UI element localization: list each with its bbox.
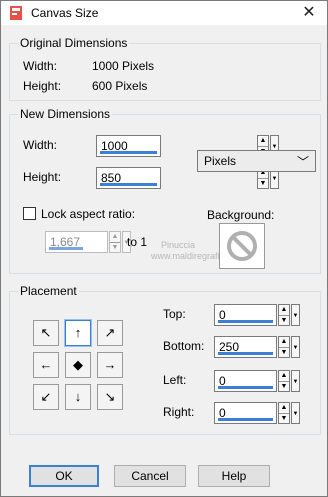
arrow-down-left-icon: ↙	[40, 389, 52, 404]
left-input[interactable]: 0	[214, 370, 277, 392]
arrow-left-icon: ←	[39, 357, 53, 372]
top-input[interactable]: 0	[214, 304, 277, 326]
arrow-down-right-icon: ↘	[104, 389, 116, 404]
spin-up-icon[interactable]: ▲	[279, 371, 289, 381]
spin-down-icon[interactable]: ▼	[110, 242, 120, 252]
new-width-input[interactable]: 1000	[96, 135, 161, 157]
close-icon[interactable]: ✕	[299, 3, 319, 23]
original-height-label: Height:	[23, 79, 62, 93]
app-icon	[10, 6, 22, 20]
original-width-value: 1000 Pixels	[92, 59, 155, 73]
no-color-icon	[227, 231, 257, 261]
original-dimensions-label: Original Dimensions	[18, 36, 130, 50]
chevron-down-icon: ﹀	[296, 155, 309, 169]
right-stepper[interactable]: ▲ ▼	[278, 402, 290, 424]
spin-down-icon[interactable]: ▼	[279, 381, 289, 391]
top-label: Top:	[163, 307, 186, 321]
new-height-label: Height:	[23, 170, 62, 184]
help-button[interactable]: Help	[198, 465, 270, 487]
units-select[interactable]: Pixels ﹀	[197, 150, 316, 172]
arrow-up-left-icon: ↖	[40, 325, 52, 340]
placement-label: Placement	[18, 284, 79, 298]
spin-up-icon[interactable]: ▲	[258, 136, 268, 146]
original-height-value: 600 Pixels	[92, 79, 148, 93]
background-color-swatch[interactable]	[219, 223, 265, 269]
left-label: Left:	[163, 373, 187, 387]
canvas-size-dialog: Canvas Size ✕ Original Dimensions Width:…	[0, 0, 328, 497]
chevron-down-icon[interactable]: ▼	[291, 370, 300, 392]
spin-down-icon[interactable]: ▼	[258, 178, 268, 188]
left-stepper[interactable]: ▲ ▼	[278, 370, 290, 392]
spin-up-icon[interactable]: ▲	[279, 403, 289, 413]
right-label: Right:	[163, 405, 195, 419]
spin-up-icon[interactable]: ▲	[279, 337, 289, 347]
anchor-middle-right-button[interactable]: →	[97, 352, 123, 378]
title-bar: Canvas Size ✕	[1, 1, 327, 25]
bottom-label: Bottom:	[163, 339, 205, 353]
background-label: Background:	[207, 208, 275, 222]
spin-down-icon[interactable]: ▼	[279, 347, 289, 357]
new-width-label: Width:	[23, 138, 58, 152]
anchor-top-right-button[interactable]: ↗	[97, 320, 123, 346]
spin-up-icon[interactable]: ▲	[279, 305, 289, 315]
anchor-center-button[interactable]: ◆	[65, 352, 91, 378]
window-title: Canvas Size	[31, 6, 99, 20]
bottom-input[interactable]: 250	[214, 336, 277, 358]
top-stepper[interactable]: ▲ ▼	[278, 304, 290, 326]
original-width-label: Width:	[23, 59, 58, 73]
ok-button[interactable]: OK	[29, 465, 99, 487]
chevron-down-icon[interactable]: ▼	[291, 336, 300, 358]
arrow-up-icon: ↑	[74, 325, 82, 340]
center-dot-icon: ◆	[73, 357, 83, 372]
aspect-ratio-input[interactable]: 1,667	[45, 231, 108, 253]
anchor-top-left-button[interactable]: ↖	[33, 320, 59, 346]
anchor-middle-left-button[interactable]: ←	[33, 352, 59, 378]
arrow-up-right-icon: ↗	[104, 325, 116, 340]
new-dimensions-label: New Dimensions	[18, 107, 113, 121]
aspect-ratio-stepper[interactable]: ▲ ▼	[109, 231, 121, 253]
chevron-down-icon[interactable]: ▼	[291, 304, 300, 326]
lock-aspect-checkbox[interactable]	[23, 207, 36, 220]
anchor-top-center-button[interactable]: ↑	[64, 319, 92, 347]
right-input[interactable]: 0	[214, 402, 277, 424]
arrow-down-icon: ↓	[74, 389, 82, 404]
lock-aspect-label: Lock aspect ratio:	[41, 207, 136, 221]
spin-down-icon[interactable]: ▼	[279, 413, 289, 423]
anchor-bottom-center-button[interactable]: ↓	[65, 384, 91, 410]
chevron-down-icon[interactable]: ▼	[291, 402, 300, 424]
spin-down-icon[interactable]: ▼	[279, 315, 289, 325]
spin-up-icon[interactable]: ▲	[110, 232, 120, 242]
bottom-stepper[interactable]: ▲ ▼	[278, 336, 290, 358]
new-height-input[interactable]: 850	[96, 167, 161, 189]
anchor-bottom-right-button[interactable]: ↘	[97, 384, 123, 410]
arrow-right-icon: →	[103, 357, 117, 372]
ratio-suffix-label: to 1	[127, 235, 148, 249]
anchor-bottom-left-button[interactable]: ↙	[33, 384, 59, 410]
cancel-button[interactable]: Cancel	[114, 465, 186, 487]
